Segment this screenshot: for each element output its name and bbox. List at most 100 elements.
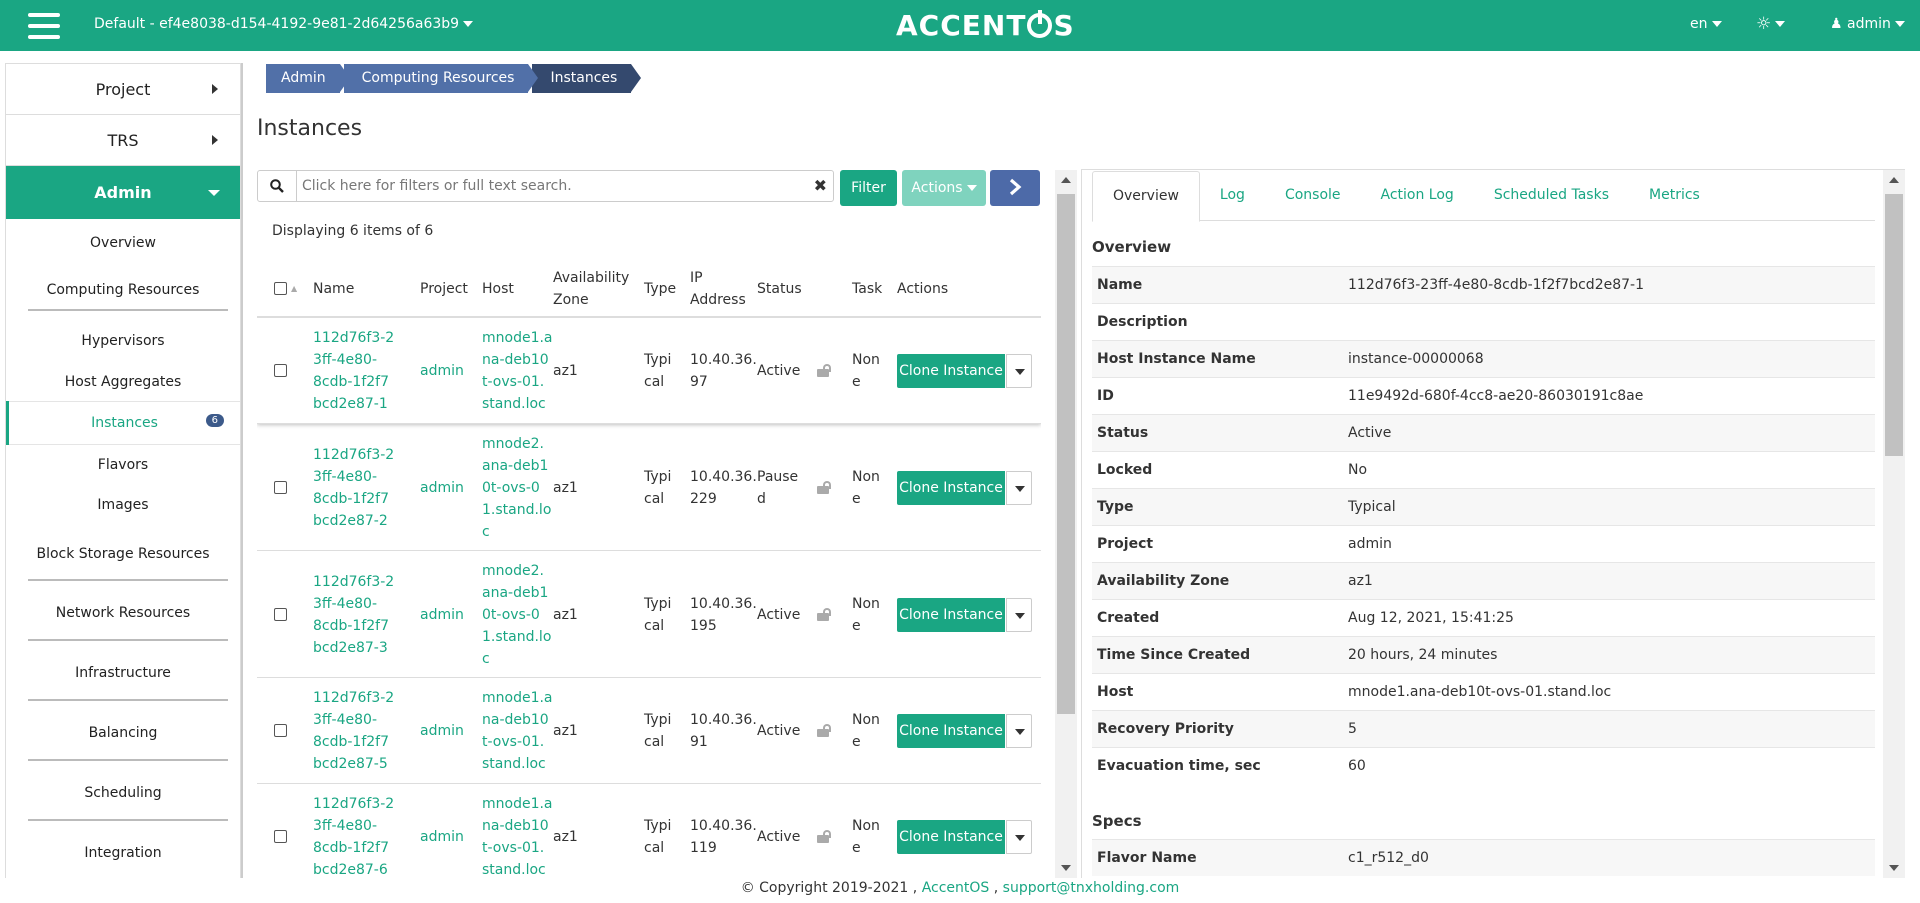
table-row[interactable]: 112d76f3-2 3ff-4e80- 8cdb-1f2f7 bcd2e87-1 ad… <box>257 318 1041 424</box>
menu-toggle-icon[interactable] <box>28 13 60 39</box>
row-actions-dropdown[interactable] <box>1006 714 1032 748</box>
breadcrumb-admin[interactable]: Admin <box>266 64 350 93</box>
breadcrumb-instances[interactable]: Instances <box>532 64 642 93</box>
unlock-icon[interactable] <box>817 364 831 377</box>
instance-name-link[interactable]: 112d76f3-2 3ff-4e80- 8cdb-1f2f7 bcd2e87-2 <box>313 444 394 532</box>
theme-selector[interactable]: ☼ <box>1756 14 1786 34</box>
sidebar-item-trs[interactable]: TRS <box>6 115 240 166</box>
instance-name-link-line: bcd2e87-5 <box>313 756 388 772</box>
sidebar-item-instances[interactable]: Instances 6 <box>6 401 240 445</box>
col-ip-address[interactable]: IP Address <box>690 267 746 311</box>
sidebar-item-images[interactable]: Images <box>6 485 240 525</box>
instance-name-link-line: 8cdb-1f2f7 <box>313 840 390 856</box>
project-link[interactable]: admin <box>420 360 464 382</box>
tab-console[interactable]: Console <box>1265 171 1361 221</box>
col-task[interactable]: Task <box>852 278 882 300</box>
row-actions-dropdown[interactable] <box>1006 470 1032 505</box>
tab-action-log[interactable]: Action Log <box>1361 171 1474 221</box>
scroll-down-icon[interactable] <box>1889 865 1899 871</box>
tab-log[interactable]: Log <box>1200 171 1265 221</box>
sidebar-item-project[interactable]: Project <box>6 64 240 115</box>
clear-icon[interactable]: ✖ <box>814 176 827 195</box>
unlock-icon[interactable] <box>817 480 831 494</box>
instance-name-link[interactable]: 112d76f3-2 3ff-4e80- 8cdb-1f2f7 bcd2e87-5 <box>313 687 394 775</box>
host-link[interactable]: mnode1.a na-deb10 t-ovs-01. stand.loc <box>482 327 553 415</box>
table-row[interactable]: 112d76f3-2 3ff-4e80- 8cdb-1f2f7 bcd2e87-2 ad… <box>257 424 1041 551</box>
sidebar-group-integration[interactable]: Integration <box>6 823 240 878</box>
project-selector[interactable]: Default - ef4e8038-d154-4192-9e81-2d6425… <box>94 16 474 32</box>
sidebar-group-infrastructure[interactable]: Infrastructure <box>6 643 240 703</box>
project-link[interactable]: admin <box>420 477 464 499</box>
sidebar-scrollbar[interactable] <box>241 63 243 878</box>
accentos-link[interactable]: AccentOS <box>922 880 990 896</box>
tab-overview[interactable]: Overview <box>1092 171 1200 222</box>
scroll-up-icon[interactable] <box>1061 177 1071 183</box>
row-checkbox[interactable] <box>274 364 287 377</box>
row-checkbox[interactable] <box>274 830 287 843</box>
row-actions-dropdown[interactable] <box>1006 354 1032 388</box>
user-menu[interactable]: ♟ admin <box>1830 16 1905 32</box>
unlock-icon[interactable] <box>817 830 831 843</box>
col-status[interactable]: Status <box>757 278 802 300</box>
unlock-icon[interactable] <box>817 724 831 737</box>
detail-scrollbar[interactable] <box>1883 170 1905 878</box>
language-selector[interactable]: en <box>1690 16 1722 32</box>
clone-instance-button[interactable]: Clone Instance <box>897 470 1005 505</box>
scroll-up-icon[interactable] <box>1889 177 1899 183</box>
project-link[interactable]: admin <box>420 604 464 626</box>
instance-name-link[interactable]: 112d76f3-2 3ff-4e80- 8cdb-1f2f7 bcd2e87-1 <box>313 327 394 415</box>
table-scrollbar[interactable] <box>1055 170 1077 878</box>
host-link[interactable]: mnode1.a na-deb10 t-ovs-01. stand.loc <box>482 793 553 878</box>
host-link[interactable]: mnode2. ana-deb1 0t-ovs-0 1.stand.lo c <box>482 560 551 670</box>
toggle-details-button[interactable] <box>990 170 1040 206</box>
sidebar-group-network-resources[interactable]: Network Resources <box>6 583 240 643</box>
select-all-checkbox[interactable] <box>274 282 287 295</box>
actions-button[interactable]: Actions <box>902 170 986 206</box>
clone-instance-button[interactable]: Clone Instance <box>897 714 1005 748</box>
scrollbar-thumb[interactable] <box>1885 194 1903 456</box>
clone-instance-button[interactable]: Clone Instance <box>897 597 1005 632</box>
sidebar-group-scheduling[interactable]: Scheduling <box>6 763 240 823</box>
filter-button[interactable]: Filter <box>840 170 897 206</box>
project-link[interactable]: admin <box>420 720 464 742</box>
row-checkbox[interactable] <box>274 480 287 494</box>
table-row[interactable]: 112d76f3-2 3ff-4e80- 8cdb-1f2f7 bcd2e87-5 ad… <box>257 678 1041 784</box>
sidebar-item-overview[interactable]: Overview <box>6 219 240 266</box>
instance-name-link[interactable]: 112d76f3-2 3ff-4e80- 8cdb-1f2f7 bcd2e87-6 <box>313 793 394 878</box>
search-input[interactable] <box>302 175 802 197</box>
host-link[interactable]: mnode1.a na-deb10 t-ovs-01. stand.loc <box>482 687 553 775</box>
sort-icon[interactable]: ▲ <box>291 284 297 293</box>
sidebar-item-hypervisors[interactable]: Hypervisors <box>6 319 240 363</box>
col-type[interactable]: Type <box>644 278 676 300</box>
instance-name-link[interactable]: 112d76f3-2 3ff-4e80- 8cdb-1f2f7 bcd2e87-3 <box>313 571 394 659</box>
scrollbar-thumb[interactable] <box>1057 194 1075 714</box>
row-actions-dropdown[interactable] <box>1006 820 1032 854</box>
support-email-link[interactable]: support@tnxholding.com <box>1003 880 1180 896</box>
sidebar-group-balancing[interactable]: Balancing <box>6 703 240 763</box>
row-checkbox[interactable] <box>274 607 287 621</box>
sidebar-item-flavors[interactable]: Flavors <box>6 445 240 485</box>
breadcrumb-computing-resources[interactable]: Computing Resources <box>343 64 539 93</box>
tab-scheduled-tasks[interactable]: Scheduled Tasks <box>1474 171 1629 221</box>
search-icon[interactable] <box>258 171 297 201</box>
row-checkbox[interactable] <box>274 724 287 737</box>
sidebar-group-computing-resources[interactable]: Computing Resources <box>6 266 240 313</box>
table-row[interactable]: 112d76f3-2 3ff-4e80- 8cdb-1f2f7 bcd2e87-3 ad… <box>257 551 1041 678</box>
project-link[interactable]: admin <box>420 826 464 848</box>
row-actions-dropdown[interactable] <box>1006 597 1032 632</box>
sidebar-group-block-storage[interactable]: Block Storage Resources <box>6 525 240 583</box>
scroll-down-icon[interactable] <box>1061 865 1071 871</box>
sidebar-item-admin[interactable]: Admin <box>6 166 240 219</box>
col-project[interactable]: Project <box>420 278 468 300</box>
tab-metrics[interactable]: Metrics <box>1629 171 1720 221</box>
table-row[interactable]: 112d76f3-2 3ff-4e80- 8cdb-1f2f7 bcd2e87-6 ad… <box>257 784 1041 878</box>
col-availability-zone[interactable]: Availability Zone <box>553 267 629 311</box>
col-host[interactable]: Host <box>482 278 514 300</box>
task-cell: Non e <box>852 466 880 510</box>
clone-instance-button[interactable]: Clone Instance <box>897 820 1005 854</box>
unlock-icon[interactable] <box>817 607 831 621</box>
col-name[interactable]: Name <box>313 278 354 300</box>
host-link[interactable]: mnode2. ana-deb1 0t-ovs-0 1.stand.lo c <box>482 433 551 543</box>
sidebar-item-host-aggregates[interactable]: Host Aggregates <box>6 363 240 401</box>
clone-instance-button[interactable]: Clone Instance <box>897 354 1005 388</box>
